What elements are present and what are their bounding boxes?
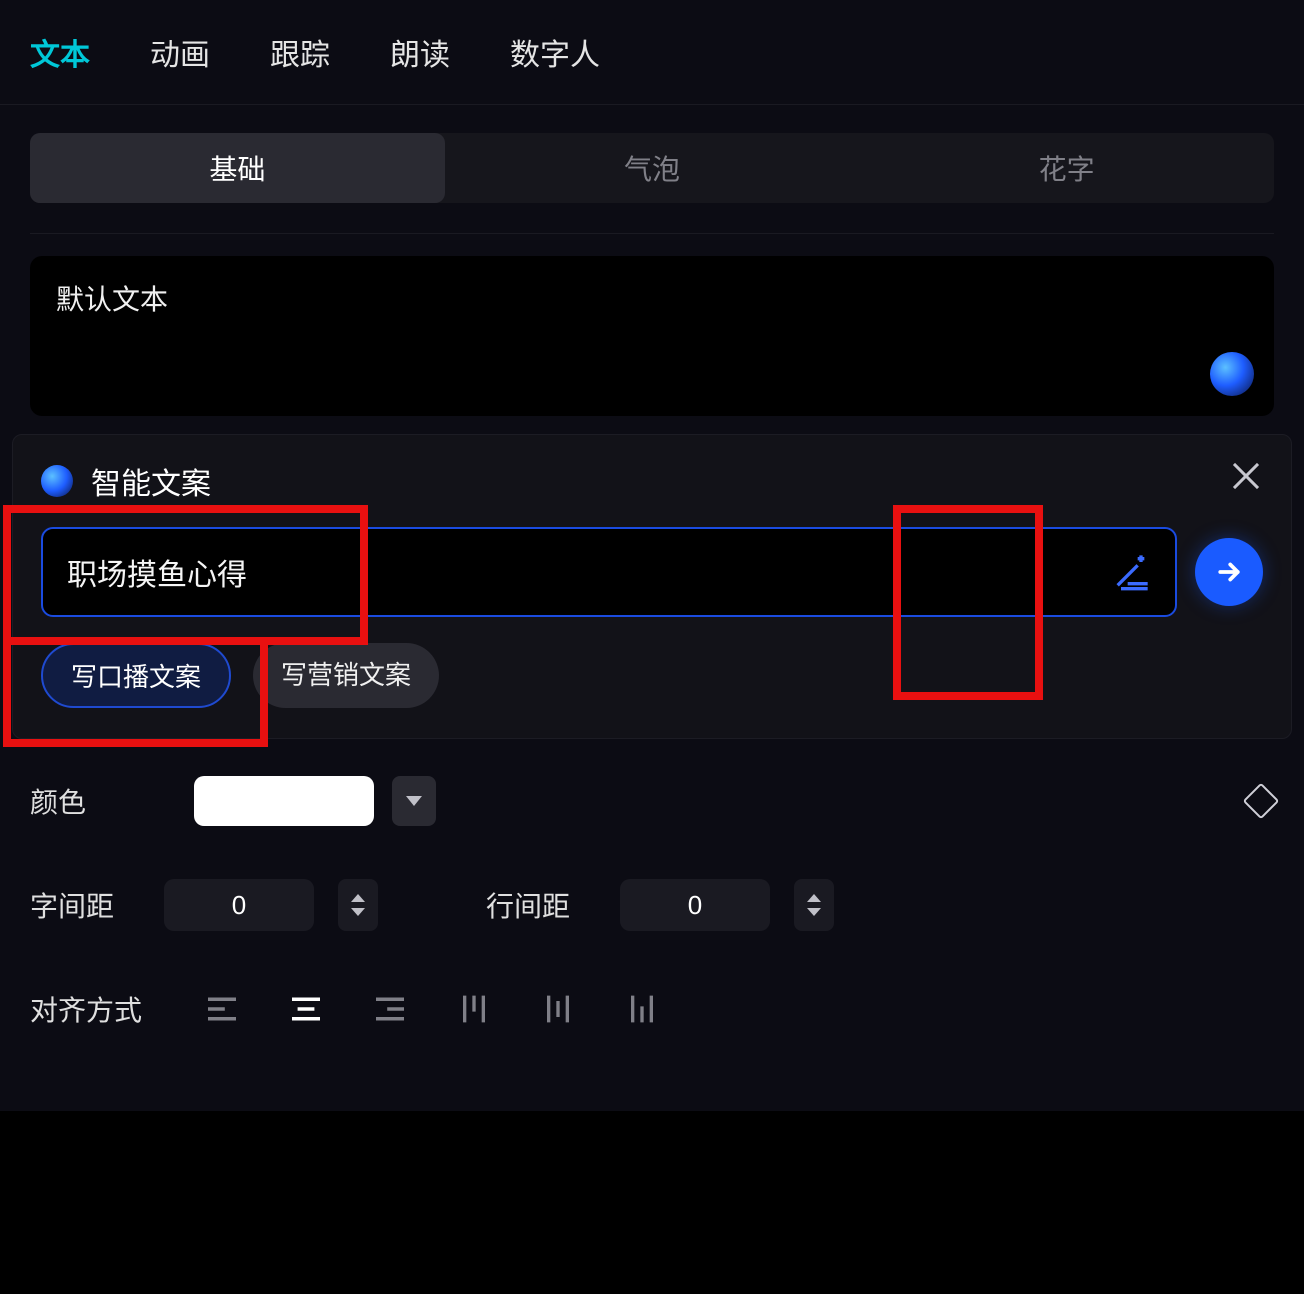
chevron-down-icon bbox=[406, 796, 422, 806]
align-bottom-button[interactable] bbox=[614, 987, 670, 1031]
sub-tabs: 基础 气泡 花字 bbox=[30, 133, 1274, 203]
chip-broadcast-copy[interactable]: 写口播文案 bbox=[41, 643, 231, 708]
subtab-basic[interactable]: 基础 bbox=[30, 133, 445, 203]
letter-spacing-label: 字间距 bbox=[30, 885, 140, 925]
ai-orb-icon[interactable] bbox=[1210, 352, 1254, 396]
ai-copy-panel: 智能文案 写口播文案 写营销文案 bbox=[12, 434, 1292, 739]
ai-prompt-input[interactable] bbox=[67, 555, 1099, 589]
align-right-button[interactable] bbox=[362, 987, 418, 1031]
letter-spacing-stepper[interactable] bbox=[338, 879, 378, 931]
tab-readaloud[interactable]: 朗读 bbox=[390, 30, 450, 74]
color-dropdown[interactable] bbox=[392, 776, 436, 826]
line-spacing-input[interactable]: 0 bbox=[620, 879, 770, 931]
submit-button[interactable] bbox=[1195, 538, 1263, 606]
color-label: 颜色 bbox=[30, 781, 170, 821]
color-swatch[interactable] bbox=[194, 776, 374, 826]
spacing-row: 字间距 0 行间距 0 bbox=[30, 873, 1274, 937]
tab-animation[interactable]: 动画 bbox=[150, 30, 210, 74]
subtab-bubble[interactable]: 气泡 bbox=[445, 133, 860, 203]
ai-panel-title: 智能文案 bbox=[91, 459, 211, 503]
tab-digitalhuman[interactable]: 数字人 bbox=[510, 30, 600, 74]
line-spacing-label: 行间距 bbox=[486, 885, 596, 925]
align-row: 对齐方式 bbox=[30, 977, 1274, 1041]
magic-wand-icon[interactable] bbox=[1111, 552, 1151, 592]
chevron-up-icon bbox=[807, 894, 821, 902]
align-left-button[interactable] bbox=[194, 987, 250, 1031]
tab-text[interactable]: 文本 bbox=[30, 30, 90, 74]
text-value: 默认文本 bbox=[56, 284, 168, 315]
ai-input-row bbox=[41, 527, 1263, 617]
line-spacing-stepper[interactable] bbox=[794, 879, 834, 931]
close-icon[interactable] bbox=[1229, 459, 1263, 493]
align-top-button[interactable] bbox=[446, 987, 502, 1031]
chevron-down-icon bbox=[351, 908, 365, 916]
text-panel: 文本 动画 跟踪 朗读 数字人 基础 气泡 花字 默认文本 智能文案 bbox=[0, 0, 1304, 1111]
divider bbox=[30, 233, 1274, 234]
ai-chip-row: 写口播文案 写营销文案 bbox=[41, 643, 1263, 708]
ai-orb-icon bbox=[41, 465, 73, 497]
text-input-box[interactable]: 默认文本 bbox=[30, 256, 1274, 416]
color-row: 颜色 bbox=[30, 769, 1274, 833]
ai-panel-header: 智能文案 bbox=[41, 459, 1263, 503]
align-center-h-button[interactable] bbox=[278, 987, 334, 1031]
ai-input-wrapper bbox=[41, 527, 1177, 617]
align-buttons bbox=[194, 987, 670, 1031]
top-tabs: 文本 动画 跟踪 朗读 数字人 bbox=[0, 0, 1304, 105]
letter-spacing-input[interactable]: 0 bbox=[164, 879, 314, 931]
text-style-controls: 颜色 字间距 0 行间距 0 对齐方式 bbox=[0, 739, 1304, 1111]
chevron-up-icon bbox=[351, 894, 365, 902]
align-label: 对齐方式 bbox=[30, 989, 170, 1029]
tab-tracking[interactable]: 跟踪 bbox=[270, 30, 330, 74]
chevron-down-icon bbox=[807, 908, 821, 916]
chip-marketing-copy[interactable]: 写营销文案 bbox=[253, 643, 439, 708]
align-center-v-button[interactable] bbox=[530, 987, 586, 1031]
keyframe-icon[interactable] bbox=[1243, 783, 1280, 820]
subtab-fancy[interactable]: 花字 bbox=[859, 133, 1274, 203]
